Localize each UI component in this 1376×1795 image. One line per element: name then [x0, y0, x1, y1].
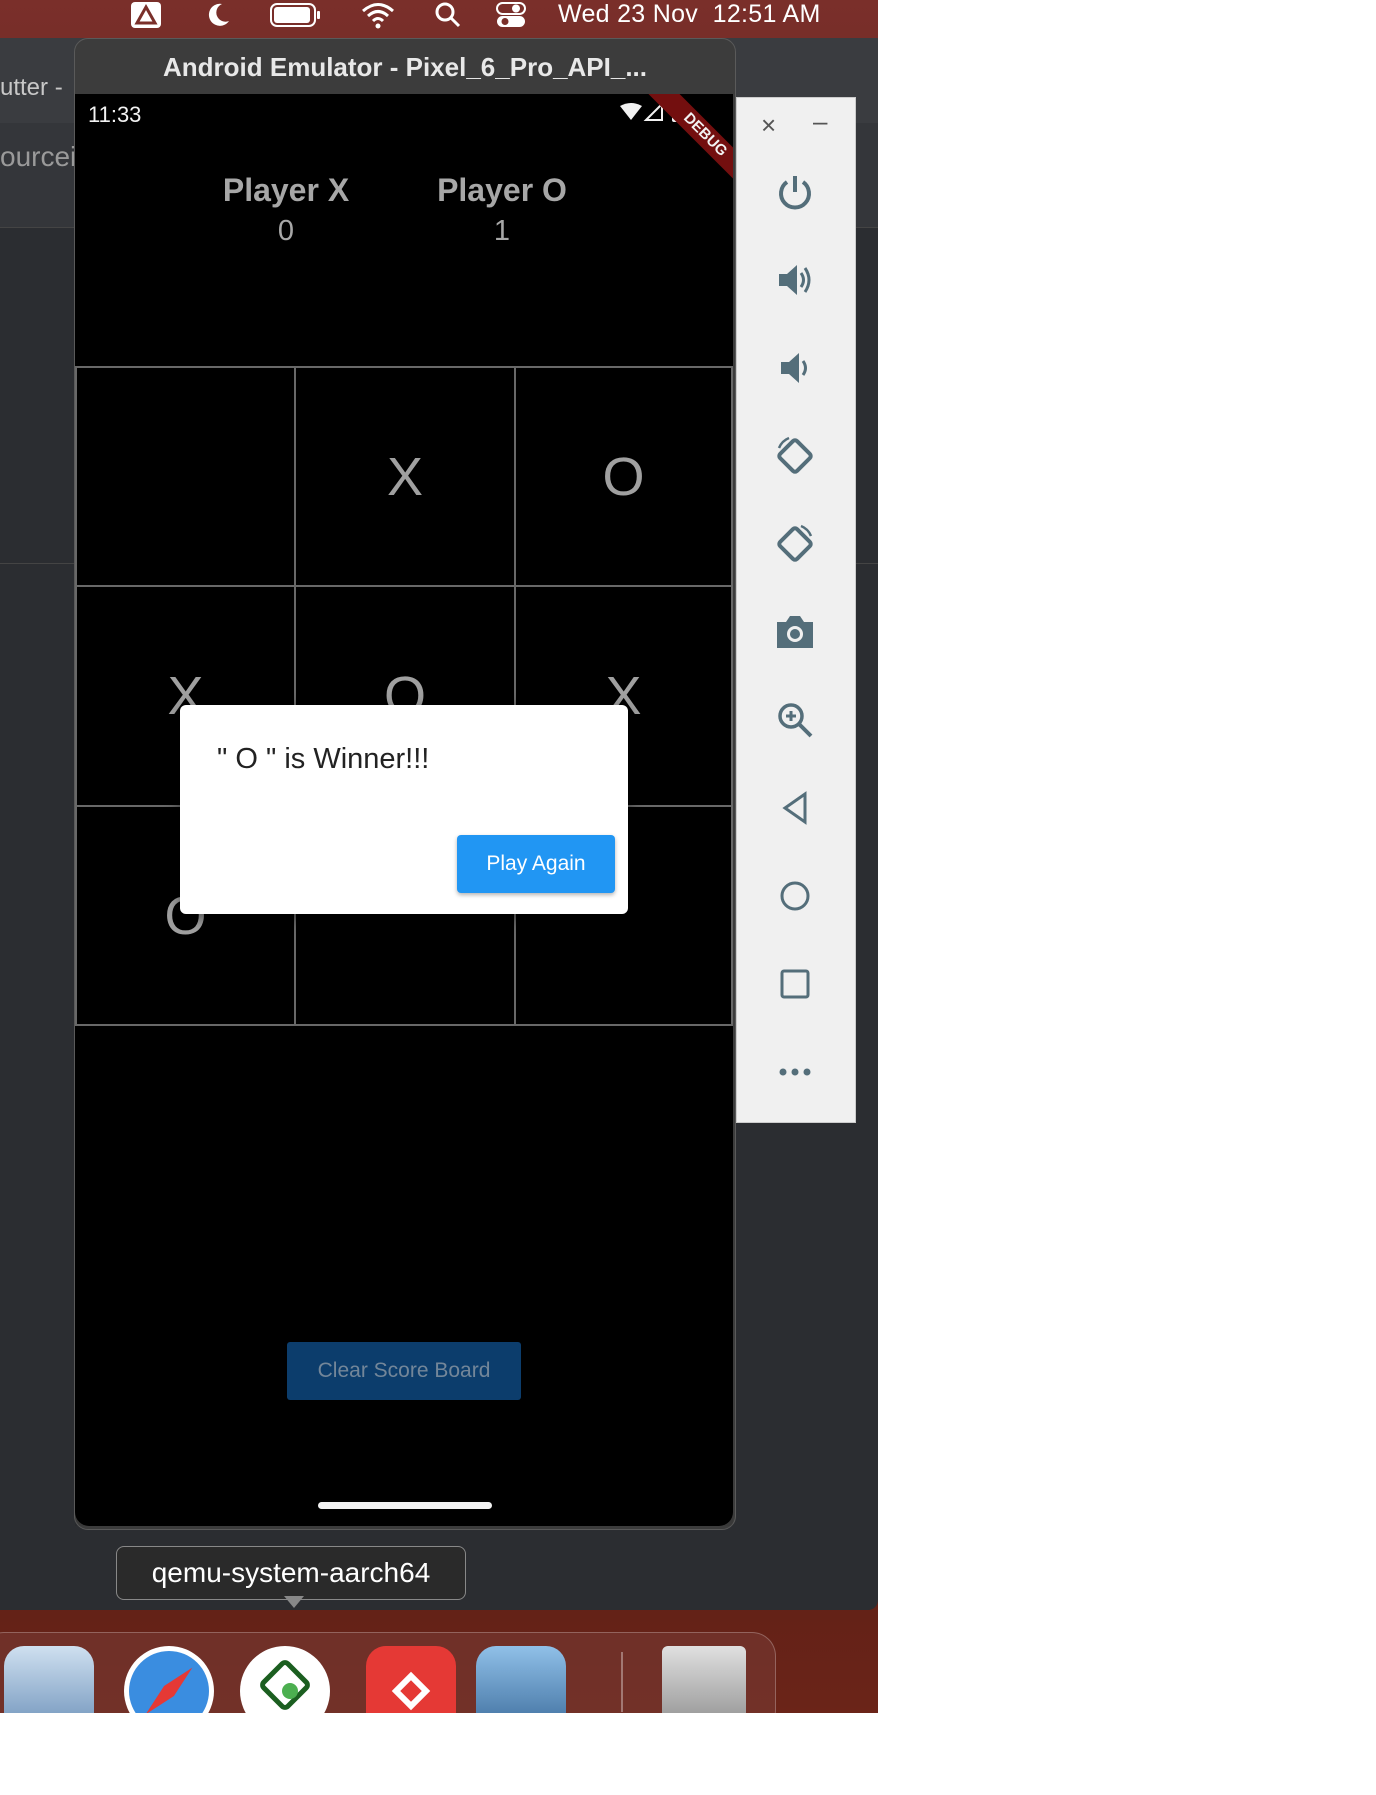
close-icon[interactable]: × [761, 110, 776, 141]
play-again-button[interactable]: Play Again [457, 835, 615, 893]
tooltip-pointer [284, 1596, 304, 1608]
back-icon[interactable] [767, 780, 823, 836]
drive-icon[interactable] [130, 0, 162, 30]
volume-up-icon[interactable] [767, 252, 823, 308]
camera-icon[interactable] [767, 604, 823, 660]
rotate-right-icon[interactable] [767, 516, 823, 572]
battery-icon[interactable] [270, 0, 322, 30]
power-icon[interactable] [767, 164, 823, 220]
menu-bar: Wed 23 Nov 12:51 AM [0, 0, 878, 30]
more-icon[interactable] [767, 1044, 823, 1100]
emulator-title: Android Emulator - Pixel_6_Pro_API_... [162, 52, 648, 82]
ide-title: utter - [0, 74, 63, 101]
winner-dialog: " O " is Winner!!! Play Again [180, 705, 628, 914]
finder-icon[interactable] [4, 1646, 94, 1713]
rotate-left-icon[interactable] [767, 428, 823, 484]
overview-icon[interactable] [767, 956, 823, 1012]
preview-icon[interactable] [476, 1646, 566, 1713]
volume-down-icon[interactable] [767, 340, 823, 396]
ide-tab[interactable]: ourcei [0, 141, 76, 173]
minimize-icon[interactable]: – [813, 106, 827, 137]
dock-tooltip: qemu-system-aarch64 [116, 1546, 466, 1600]
safari-icon[interactable] [124, 1646, 214, 1713]
time-label: 12:51 AM [712, 0, 821, 28]
date-label: Wed 23 Nov [558, 0, 699, 28]
android-studio-icon[interactable] [240, 1646, 330, 1713]
wifi-icon[interactable] [360, 0, 396, 30]
dialog-message: " O " is Winner!!! [217, 743, 430, 775]
home-icon[interactable] [767, 868, 823, 924]
desktop: Wed 23 Nov 12:51 AM utter - ourcei Andro… [0, 0, 878, 1713]
trash-icon[interactable] [662, 1646, 746, 1713]
menu-clock[interactable]: Wed 23 Nov 12:51 AM [558, 0, 821, 30]
moon-icon[interactable] [204, 0, 232, 30]
search-icon[interactable] [434, 0, 462, 30]
control-center-icon[interactable] [496, 0, 526, 30]
dock-separator [621, 1652, 623, 1712]
zoom-icon[interactable] [767, 692, 823, 748]
anydesk-icon[interactable] [366, 1646, 456, 1713]
emulator-toolbar: × – [736, 97, 856, 1123]
